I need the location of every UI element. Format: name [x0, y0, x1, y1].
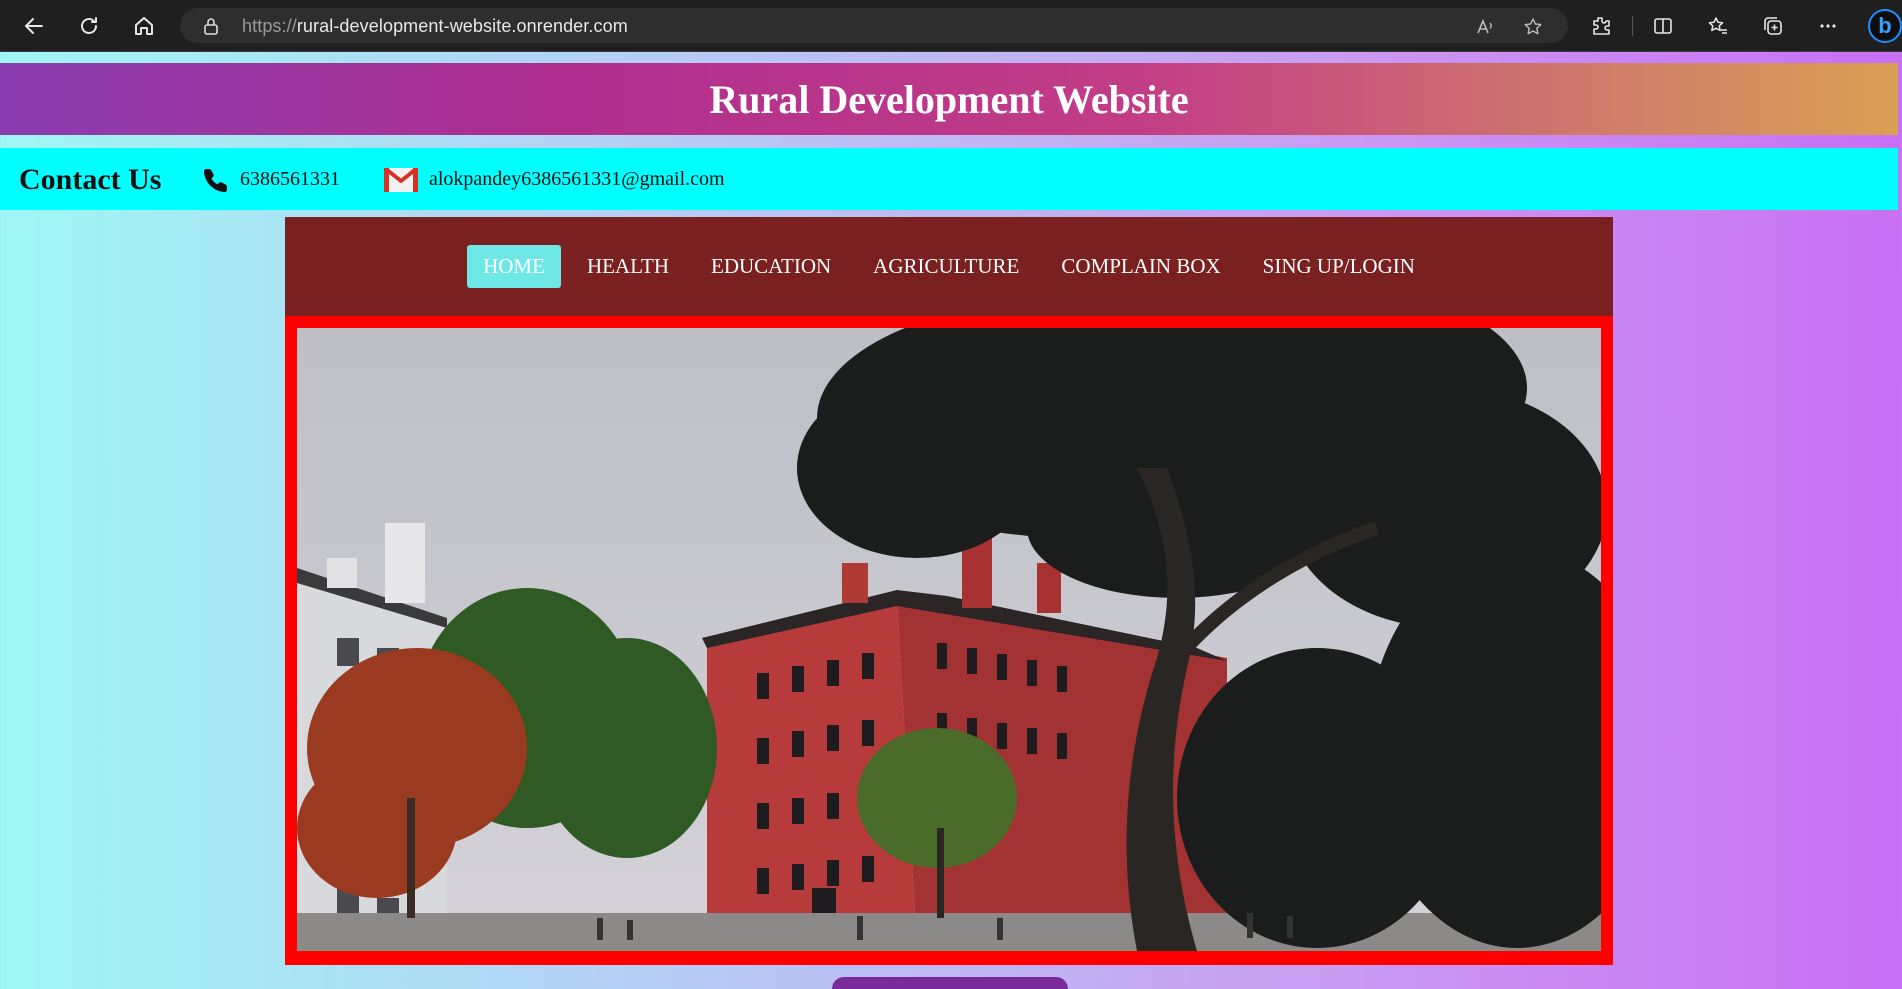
- email-address: alokpandey6386561331@gmail.com: [429, 168, 725, 190]
- site-header: Rural Development Website: [0, 63, 1898, 135]
- bing-icon[interactable]: b: [1868, 9, 1902, 43]
- contact-title: Contact Us: [19, 163, 162, 196]
- extensions-icon[interactable]: [1588, 13, 1614, 39]
- floating-button-edge[interactable]: [832, 977, 1068, 989]
- nav-item-home[interactable]: HOME: [467, 245, 561, 288]
- main-content: HOME HEALTH EDUCATION AGRICULTURE COMPLA…: [285, 217, 1613, 965]
- nav-item-education[interactable]: EDUCATION: [695, 245, 847, 288]
- address-bar[interactable]: https://rural-development-website.onrend…: [180, 8, 1568, 43]
- read-aloud-icon[interactable]: [1475, 17, 1495, 37]
- nav-item-signup-login[interactable]: SING UP/LOGIN: [1247, 245, 1431, 288]
- favorite-star-icon[interactable]: [1523, 17, 1543, 37]
- nav-item-agriculture[interactable]: AGRICULTURE: [857, 245, 1035, 288]
- site-title: Rural Development Website: [709, 76, 1189, 122]
- toolbar-divider: [1632, 16, 1633, 36]
- contact-strip: Contact Us 6386561331 alokpandey63865613…: [0, 148, 1898, 210]
- split-screen-icon[interactable]: [1650, 13, 1676, 39]
- url-scheme: https://: [242, 16, 297, 36]
- url-text[interactable]: https://rural-development-website.onrend…: [242, 16, 628, 37]
- nav-item-health[interactable]: HEALTH: [571, 245, 685, 288]
- home-icon[interactable]: [130, 12, 158, 40]
- browser-toolbar: https://rural-development-website.onrend…: [0, 0, 1902, 52]
- lock-icon[interactable]: [202, 17, 220, 35]
- more-icon[interactable]: [1815, 13, 1841, 39]
- main-nav: HOME HEALTH EDUCATION AGRICULTURE COMPLA…: [285, 217, 1613, 316]
- phone-number: 6386561331: [240, 168, 340, 190]
- hero-image: [297, 328, 1601, 951]
- back-icon[interactable]: [20, 12, 48, 40]
- refresh-icon[interactable]: [75, 12, 103, 40]
- gmail-icon: [383, 166, 419, 194]
- phone-icon: [202, 166, 230, 194]
- favorites-icon[interactable]: [1705, 13, 1731, 39]
- url-host: rural-development-website.onrender.com: [296, 16, 628, 36]
- hero-frame: [285, 316, 1613, 965]
- nav-item-complain-box[interactable]: COMPLAIN BOX: [1045, 245, 1236, 288]
- collections-icon[interactable]: [1760, 13, 1786, 39]
